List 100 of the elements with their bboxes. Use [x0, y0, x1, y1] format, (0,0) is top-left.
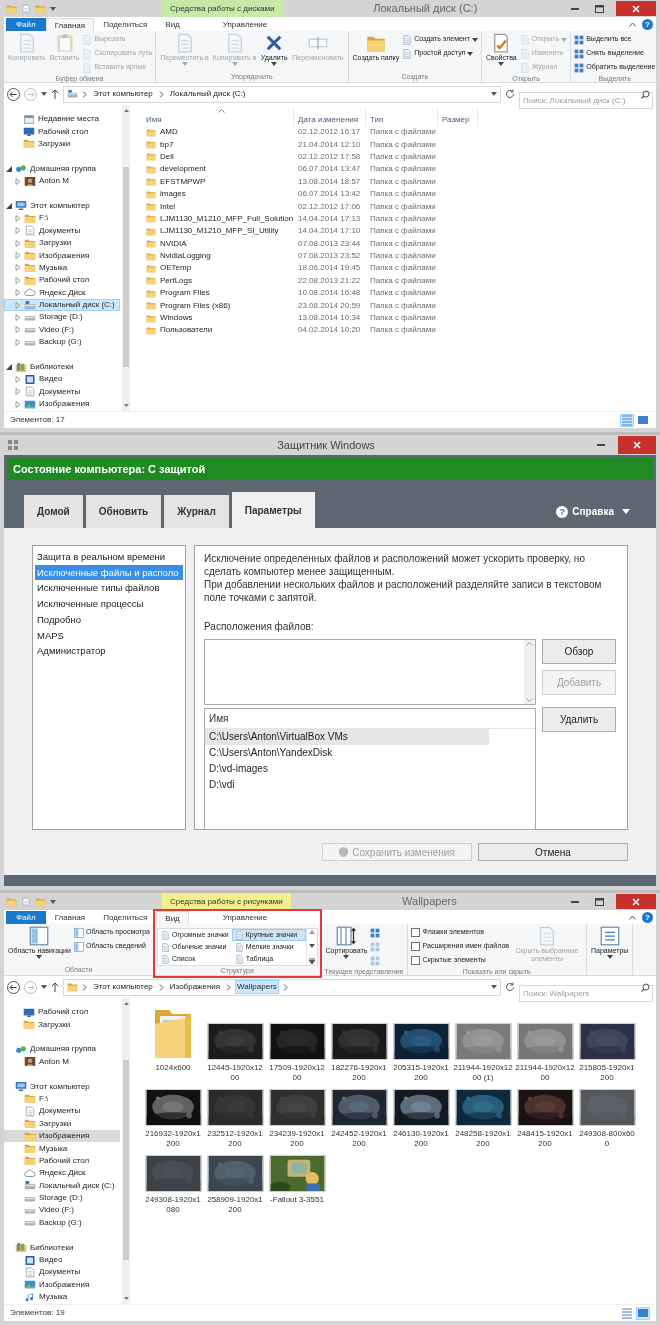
- chevron-icon[interactable]: [158, 983, 164, 991]
- button[interactable]: Отмена: [478, 843, 628, 861]
- search-icon[interactable]: [641, 89, 650, 99]
- scroll-down-icon[interactable]: [308, 944, 315, 948]
- nav-item[interactable]: Документы: [4, 224, 120, 237]
- breadcrumb[interactable]: Локальный диск (C:): [167, 87, 248, 101]
- file-name[interactable]: 216932-1920x1200: [143, 1129, 203, 1149]
- file-name[interactable]: 1024x600: [143, 1063, 203, 1083]
- refresh-icon[interactable]: [505, 982, 515, 992]
- nav-item[interactable]: Локальный диск (C:): [4, 298, 120, 312]
- ribbon-tab[interactable]: Файл: [6, 911, 46, 924]
- list-row[interactable]: D:\vdi: [205, 777, 535, 793]
- chevron-icon[interactable]: [82, 983, 87, 991]
- chevron-icon[interactable]: [158, 90, 164, 98]
- list-item[interactable]: Подробно: [35, 611, 183, 628]
- nav-item[interactable]: Документы: [4, 1105, 120, 1118]
- breadcrumb[interactable]: Этот компьютер: [91, 87, 155, 101]
- expanded-arrow-icon[interactable]: [6, 202, 12, 209]
- expanded-arrow-icon[interactable]: [6, 364, 12, 370]
- tab[interactable]: Обновить: [85, 495, 162, 528]
- checkbox-icon[interactable]: [410, 942, 420, 951]
- file-name[interactable]: 17509-1920x1200: [267, 1063, 327, 1083]
- scroll-thumb[interactable]: [123, 167, 129, 367]
- file-name[interactable]: 215805-1920x1200: [577, 1063, 637, 1083]
- breadcrumb[interactable]: Wallpapers: [235, 980, 279, 994]
- chevron-icon[interactable]: [226, 983, 232, 991]
- file-name[interactable]: 258909-1920x1200: [205, 1195, 265, 1215]
- search-field[interactable]: Поиск: Wallpapers: [519, 984, 653, 1002]
- nav-item[interactable]: Anton M: [4, 1055, 120, 1068]
- nav-item[interactable]: Загрузки: [4, 1117, 120, 1130]
- scroll-down-icon[interactable]: [123, 404, 129, 407]
- file-name[interactable]: 249308-1920x1080: [143, 1195, 203, 1215]
- up-arrow-icon[interactable]: [51, 982, 59, 992]
- nav-item[interactable]: Музыка: [4, 1291, 120, 1304]
- scroll-down-icon[interactable]: [123, 1297, 129, 1300]
- scrollbar[interactable]: [122, 105, 130, 411]
- list-row[interactable]: C:\Users\Anton\VirtualBox VMs: [205, 729, 489, 745]
- collapse-ribbon-icon[interactable]: [629, 915, 636, 920]
- file-name[interactable]: -Fallout 3-3551: [267, 1195, 327, 1215]
- column-header[interactable]: Дата изменения: [294, 109, 366, 126]
- nav-item[interactable]: Изображения: [4, 398, 120, 411]
- nav-item[interactable]: Музыка: [4, 261, 120, 275]
- scroll-up-icon[interactable]: [123, 1002, 129, 1005]
- nav-item[interactable]: F:\: [4, 212, 120, 225]
- column-header[interactable]: Имя: [142, 109, 294, 126]
- nav-item[interactable]: F:\: [4, 1092, 120, 1106]
- close-button[interactable]: [616, 1, 656, 16]
- view-button[interactable]: [620, 413, 634, 427]
- nav-item[interactable]: Документы: [4, 1266, 120, 1279]
- nav-item[interactable]: Этот компьютер: [4, 199, 120, 213]
- icon-button[interactable]: [370, 926, 381, 939]
- checkbox-icon[interactable]: [410, 928, 420, 937]
- ribbon-tab[interactable]: Управление: [212, 911, 278, 924]
- locations-field[interactable]: [204, 639, 536, 705]
- nav-item[interactable]: Storage (D:): [4, 1191, 120, 1205]
- ribbon-tab[interactable]: Управление: [212, 18, 278, 31]
- nav-item[interactable]: Видео: [4, 1253, 120, 1267]
- nav-item[interactable]: Backup (G:): [4, 336, 120, 349]
- list-item[interactable]: Исключенные типы файлов: [35, 580, 183, 597]
- nav-item[interactable]: Яндекс.Диск: [4, 1167, 120, 1180]
- list-item[interactable]: Исключенные процессы: [35, 596, 183, 612]
- file-name[interactable]: 248415-1920x1200: [515, 1129, 575, 1149]
- close-button[interactable]: [616, 894, 656, 909]
- column-header[interactable]: Тип: [366, 109, 438, 126]
- nav-item[interactable]: Video (F:): [4, 1204, 120, 1217]
- nav-item[interactable]: Недавние места: [4, 113, 120, 126]
- checkbox-icon[interactable]: [410, 956, 420, 965]
- list-item[interactable]: Защита в реальном времени: [35, 549, 183, 565]
- help-menu[interactable]: ? Справка: [556, 504, 630, 519]
- nav-item[interactable]: Библиотеки: [4, 1241, 120, 1254]
- file-name[interactable]: 211944-1920x1200 (1): [453, 1063, 513, 1083]
- list-item[interactable]: Администратор: [35, 643, 183, 659]
- button[interactable]: Удалить: [542, 707, 616, 732]
- nav-item[interactable]: Загрузки: [4, 1018, 120, 1031]
- nav-item[interactable]: Storage (D:): [4, 311, 120, 324]
- back-icon[interactable]: [7, 87, 20, 101]
- ribbon-tab[interactable]: Вид: [156, 911, 189, 924]
- nav-item[interactable]: Загрузки: [4, 236, 120, 250]
- nav-item[interactable]: Video (F:): [4, 323, 120, 337]
- nav-item[interactable]: Anton M: [4, 174, 120, 188]
- tab[interactable]: Журнал: [164, 495, 229, 528]
- view-button[interactable]: [636, 1306, 650, 1320]
- button[interactable]: Обзор: [542, 639, 616, 664]
- search-field[interactable]: Поиск: Локальный диск (C:): [519, 91, 653, 109]
- nav-item[interactable]: Изображения: [4, 1129, 120, 1143]
- ribbon-tab[interactable]: Поделиться: [94, 18, 157, 31]
- nav-item[interactable]: Локальный диск (C:): [4, 1179, 120, 1192]
- address-bar[interactable]: Этот компьютер Изображения Wallpapers: [63, 978, 501, 996]
- ribbon-tab[interactable]: Главная: [45, 18, 95, 31]
- list-row[interactable]: C:\Users\Anton\YandexDisk: [205, 745, 535, 761]
- ribbon-tab[interactable]: Главная: [45, 911, 95, 924]
- list-row[interactable]: D:\vd-images: [205, 761, 535, 777]
- scroll-up-icon[interactable]: [526, 642, 533, 646]
- close-button[interactable]: [618, 436, 656, 454]
- help-icon[interactable]: ?: [642, 912, 653, 923]
- scrollbar[interactable]: [122, 998, 130, 1304]
- nav-item[interactable]: Рабочий стол: [4, 274, 120, 287]
- nav-item[interactable]: Домашняя группа: [4, 162, 120, 175]
- scroll-up-icon[interactable]: [308, 930, 315, 934]
- refresh-icon[interactable]: [505, 89, 515, 99]
